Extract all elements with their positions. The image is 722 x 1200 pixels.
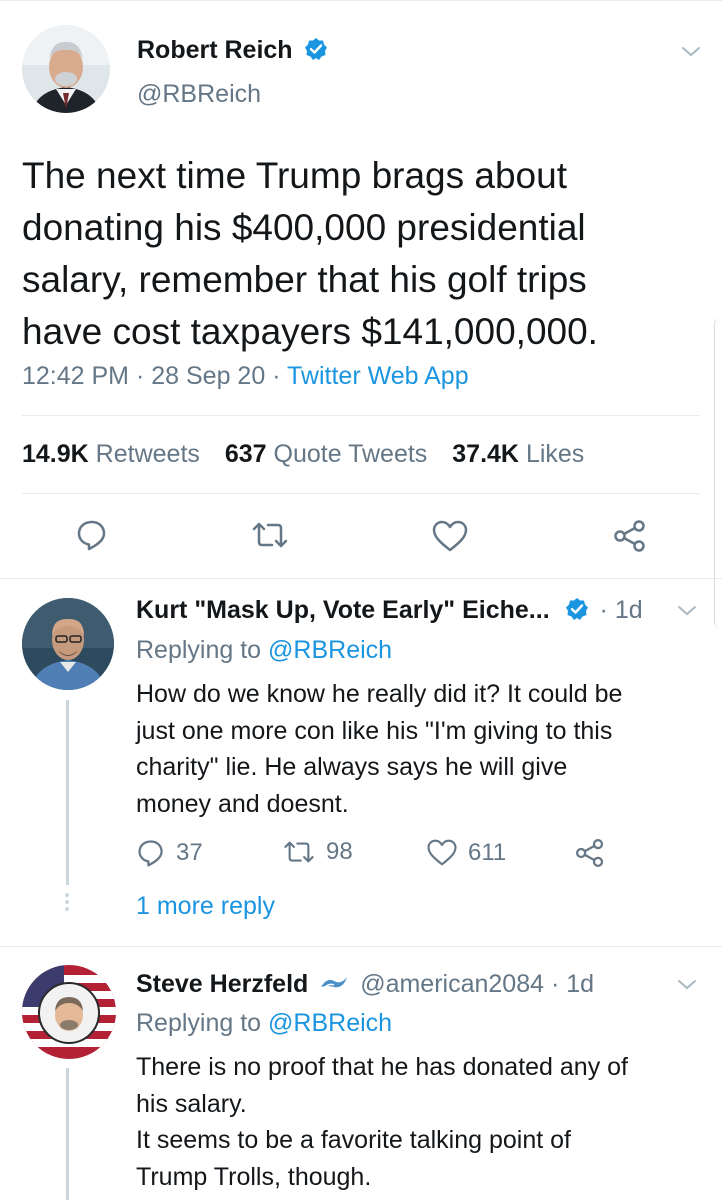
like-heart-icon[interactable] bbox=[431, 519, 469, 553]
replying-to-label: Replying to bbox=[136, 1009, 262, 1037]
reply-avatar[interactable] bbox=[22, 598, 114, 690]
tweet-text-line: donating his $400,000 presidential bbox=[22, 207, 586, 248]
reply-text-line: Trump Trolls, though. bbox=[136, 1162, 372, 1191]
quotes-stat[interactable]: 637 Quote Tweets bbox=[225, 440, 427, 468]
author-name[interactable]: Robert Reich bbox=[137, 36, 293, 64]
likes-stat[interactable]: 37.4K Likes bbox=[452, 440, 584, 468]
tweet-time[interactable]: 12:42 PM bbox=[22, 362, 129, 390]
author-handle[interactable]: @RBReich bbox=[137, 80, 261, 109]
quotes-count: 637 bbox=[224, 440, 267, 468]
chevron-down-icon[interactable] bbox=[676, 603, 698, 619]
likes-label: Likes bbox=[525, 440, 585, 468]
stats-divider-top bbox=[22, 415, 700, 416]
reply-text: How do we know he really did it? It coul… bbox=[136, 676, 716, 822]
more-replies-link[interactable]: 1 more reply bbox=[136, 892, 275, 921]
reply-text-line: money and doesnt. bbox=[136, 789, 349, 818]
thread-dots-icon bbox=[64, 893, 71, 911]
share-icon[interactable] bbox=[612, 518, 648, 554]
retweet-button[interactable]: 98 bbox=[282, 838, 353, 866]
replying-to-handle[interactable]: @RBReich bbox=[268, 636, 392, 664]
reply-author-name[interactable]: Kurt "Mask Up, Vote Early" Eiche... bbox=[136, 596, 550, 624]
meta-separator: · bbox=[272, 362, 281, 390]
reply-icon bbox=[138, 840, 163, 867]
reply-text-line: just one more con like his "I'm giving t… bbox=[136, 716, 613, 745]
tweet-text-line: salary, remember that his golf trips bbox=[22, 259, 587, 300]
chevron-down-icon[interactable] bbox=[676, 977, 698, 993]
meta-separator: · bbox=[135, 362, 145, 390]
reply-text-line: How do we know he really did it? It coul… bbox=[136, 680, 623, 708]
retweet-count: 98 bbox=[326, 838, 353, 865]
stats-divider-bottom bbox=[22, 493, 700, 494]
tweet-stats: 14.9K Retweets 637 Quote Tweets 37.4K Li… bbox=[22, 440, 584, 469]
replying-to: Replying to @RBReich bbox=[136, 636, 392, 665]
scroll-indicator[interactable] bbox=[714, 318, 722, 628]
tweet-date[interactable]: 28 Sep 20 bbox=[151, 362, 265, 390]
like-heart-icon bbox=[427, 839, 457, 866]
tweet-meta: 12:42 PM · 28 Sep 20 · Twitter Web App bbox=[22, 362, 469, 391]
reply-header: Steve Herzfeld @american2084 · 1d bbox=[136, 970, 594, 999]
reply-count: 37 bbox=[176, 839, 203, 866]
tweet-text-line: The next time Trump brags about bbox=[22, 155, 567, 196]
reply-text: There is no proof that he has donated an… bbox=[136, 1049, 716, 1195]
tweet-text: The next time Trump brags about donating… bbox=[22, 150, 712, 358]
reply-time[interactable]: · 1d bbox=[600, 596, 643, 624]
thread-line bbox=[66, 1068, 69, 1200]
reply-header: Kurt "Mask Up, Vote Early" Eiche... · 1d bbox=[136, 596, 643, 625]
verified-badge-icon bbox=[565, 598, 588, 621]
thread-line bbox=[66, 700, 69, 885]
reply-text-line: It seems to be a favorite talking point … bbox=[136, 1126, 571, 1154]
tweet-text-line: have cost taxpayers $141,000,000. bbox=[22, 311, 598, 352]
quotes-label: Quote Tweets bbox=[273, 440, 428, 468]
author-avatar[interactable] bbox=[22, 25, 110, 113]
retweet-icon[interactable] bbox=[250, 520, 290, 550]
reply-handle-time[interactable]: @american2084 · 1d bbox=[360, 970, 594, 998]
tweet-source-link[interactable]: Twitter Web App bbox=[287, 362, 469, 390]
reply-icon[interactable] bbox=[75, 518, 109, 552]
reply-text-line: charity" lie. He always says he will giv… bbox=[136, 753, 568, 781]
likes-count: 37.4K bbox=[452, 440, 519, 468]
like-button[interactable]: 611 bbox=[426, 838, 506, 867]
reply-author-name[interactable]: Steve Herzfeld bbox=[136, 970, 308, 998]
retweets-stat[interactable]: 14.9K Retweets bbox=[22, 440, 200, 468]
reply-avatar[interactable] bbox=[22, 965, 116, 1059]
like-count: 611 bbox=[468, 838, 507, 866]
replying-to-label: Replying to bbox=[136, 636, 262, 664]
reply-text-line: his salary. bbox=[136, 1089, 247, 1118]
tweet-divider bbox=[0, 578, 722, 579]
chevron-down-icon[interactable] bbox=[680, 44, 702, 60]
reply-button[interactable]: 37 bbox=[136, 838, 203, 868]
retweets-label: Retweets bbox=[95, 440, 200, 468]
wave-emoji-icon bbox=[321, 977, 348, 989]
retweet-icon bbox=[284, 841, 314, 863]
replying-to-handle[interactable]: @RBReich bbox=[268, 1009, 392, 1037]
share-icon[interactable] bbox=[574, 837, 606, 869]
verified-badge-icon bbox=[304, 38, 327, 61]
reply-text-line: There is no proof that he has donated an… bbox=[136, 1053, 629, 1081]
reply-divider bbox=[0, 946, 722, 947]
top-divider bbox=[0, 0, 722, 1]
retweets-count: 14.9K bbox=[22, 440, 89, 468]
replying-to: Replying to @RBReich bbox=[136, 1009, 392, 1038]
author-name-row[interactable]: Robert Reich bbox=[137, 36, 328, 65]
